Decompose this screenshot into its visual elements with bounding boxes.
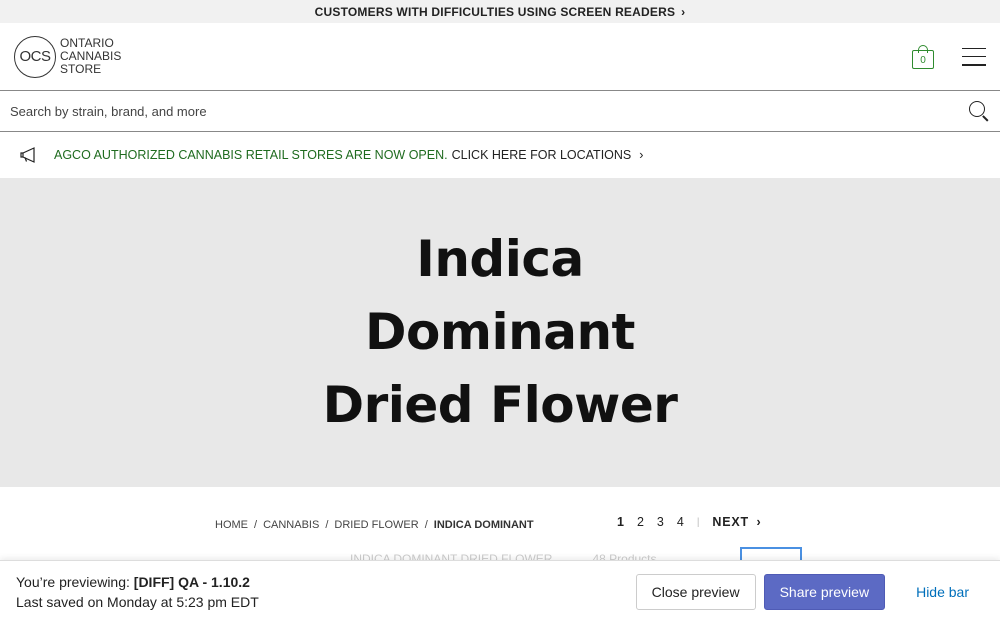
page-2[interactable]: 2 [637, 515, 644, 529]
hamburger-menu-icon[interactable] [962, 47, 986, 66]
search-input[interactable] [10, 103, 910, 119]
search-bar [0, 91, 1000, 132]
announcement-bar[interactable]: AGCO AUTHORIZED CANNABIS RETAIL STORES A… [0, 132, 1000, 178]
logo-mark: OCS [14, 35, 56, 78]
page-1[interactable]: 1 [617, 515, 624, 529]
preview-theme-name: [DIFF] QA - 1.10.2 [133, 573, 250, 590]
page-title: Indica Dominant Dried Flower [322, 230, 678, 434]
close-preview-button[interactable]: Close preview [635, 573, 756, 610]
chevron-right-icon: › [756, 515, 761, 529]
breadcrumb-current: INDICA DOMINANT [433, 519, 534, 531]
share-preview-button[interactable]: Share preview [763, 573, 886, 610]
megaphone-icon [20, 147, 35, 163]
page-4[interactable]: 4 [677, 515, 684, 529]
preview-saved-time: Last saved on Monday at 5:23 pm EDT [16, 593, 259, 610]
screen-reader-notice-text: CUSTOMERS WITH DIFFICULTIES USING SCREEN… [314, 4, 676, 19]
screen-reader-notice-bar[interactable]: CUSTOMERS WITH DIFFICULTIES USING SCREEN… [0, 0, 1000, 23]
locations-link[interactable]: CLICK HERE FOR LOCATIONS [452, 148, 632, 162]
logo-wordmark: ONTARIO CANNABIS STORE [60, 36, 122, 76]
cart-button[interactable]: 0 [912, 44, 934, 69]
theme-preview-bar: You’re previewing: [DIFF] QA - 1.10.2 La… [0, 560, 1000, 622]
announcement-text: AGCO AUTHORIZED CANNABIS RETAIL STORES A… [54, 148, 448, 162]
breadcrumb: HOME / CANNABIS / DRIED FLOWER / INDICA DOM… [215, 519, 534, 531]
chevron-right-icon: › [681, 4, 686, 19]
category-hero: Indica Dominant Dried Flower [0, 178, 1000, 487]
pagination: 1 2 3 4 | NEXT › [617, 515, 761, 529]
search-icon[interactable] [968, 100, 990, 122]
page-3[interactable]: 3 [657, 515, 664, 529]
site-header: OCS ONTARIO CANNABIS STORE 0 [0, 23, 1000, 91]
breadcrumb-cannabis[interactable]: CANNABIS [263, 519, 319, 531]
pagination-divider: | [696, 516, 700, 528]
cart-count: 0 [912, 49, 934, 69]
hide-bar-button[interactable]: Hide bar [893, 574, 984, 610]
chevron-right-icon: › [639, 148, 644, 162]
logo[interactable]: OCS ONTARIO CANNABIS STORE [14, 35, 122, 78]
preview-info: You’re previewing: [DIFF] QA - 1.10.2 La… [16, 573, 259, 610]
listing-controls: HOME / CANNABIS / DRIED FLOWER / INDICA DOM… [0, 487, 1000, 567]
next-page-button[interactable]: NEXT › [712, 515, 760, 529]
breadcrumb-dried-flower[interactable]: DRIED FLOWER [334, 519, 418, 531]
breadcrumb-home[interactable]: HOME [215, 519, 248, 531]
